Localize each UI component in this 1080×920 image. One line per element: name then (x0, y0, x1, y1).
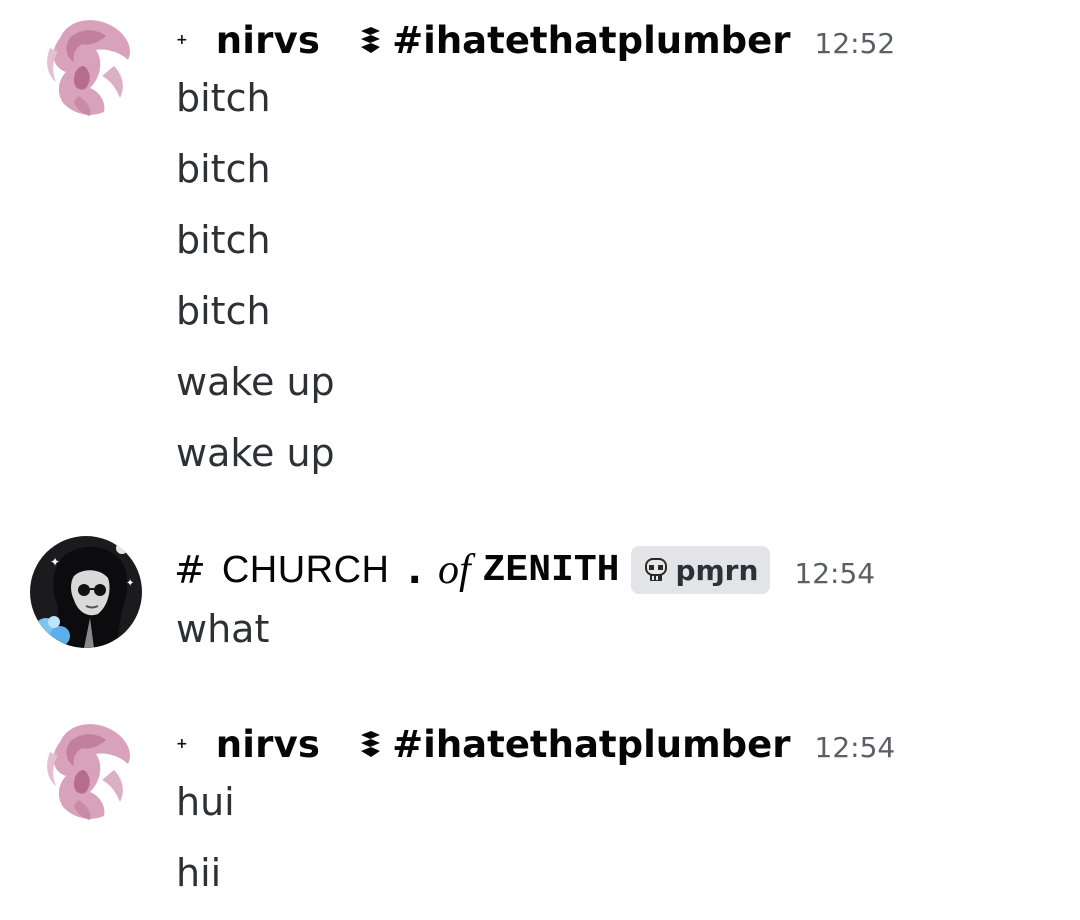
message-text: bitch (176, 76, 271, 120)
message-text: wake up (176, 431, 335, 475)
guild-tag[interactable]: #ihatethatplumber (358, 18, 791, 62)
username-hash: # (174, 548, 206, 592)
pink-figure-avatar-image (30, 8, 142, 120)
svg-text:✦: ✦ (50, 555, 60, 569)
timestamp[interactable]: 12:54 (815, 731, 896, 764)
dark-goth-avatar-image: ✦ ✦ (30, 536, 142, 648)
pink-figure-avatar-image (30, 712, 142, 824)
avatar[interactable] (30, 712, 142, 824)
message-header: # CHURCH . of ZENITH pɱrn 12:54 (174, 540, 875, 600)
username-dot: . (407, 548, 422, 592)
message-text: hii (176, 851, 222, 895)
timestamp[interactable]: 12:52 (815, 27, 896, 60)
username[interactable]: nirvs (216, 723, 320, 766)
message-text: wake up (176, 360, 335, 404)
role-badge-label: pɱrn (675, 553, 759, 587)
sparkle-icon: + (176, 736, 188, 752)
svg-text:✦: ✦ (126, 578, 134, 589)
avatar[interactable] (30, 8, 142, 120)
username-zenith: ZENITH (482, 548, 620, 592)
username[interactable]: # CHURCH . of ZENITH (174, 546, 619, 594)
message-text: bitch (176, 289, 271, 333)
role-badge[interactable]: pɱrn (631, 546, 771, 594)
avatar[interactable]: ✦ ✦ (30, 536, 142, 648)
guild-tag-label: #ihatethatplumber (392, 722, 791, 766)
guild-tag[interactable]: #ihatethatplumber (358, 722, 791, 766)
message-text: bitch (176, 218, 271, 262)
username[interactable]: nirvs (216, 19, 320, 62)
timestamp[interactable]: 12:54 (794, 557, 875, 590)
message-text: bitch (176, 147, 271, 191)
message-text: hui (176, 780, 235, 824)
wave-guild-icon (358, 729, 384, 759)
chat-message-list: + nirvs #ihatethatplumber 12:52 bitch bi… (0, 0, 1080, 920)
message-text: what (176, 607, 270, 651)
message-header: + nirvs #ihatethatplumber 12:54 (174, 714, 895, 774)
skull-icon (641, 555, 671, 585)
message-header: + nirvs #ihatethatplumber 12:52 (174, 10, 895, 70)
guild-tag-label: #ihatethatplumber (392, 18, 791, 62)
username-church: CHURCH (221, 548, 390, 591)
username-of: of (437, 547, 471, 593)
sparkle-icon: + (176, 32, 188, 48)
wave-guild-icon (358, 25, 384, 55)
